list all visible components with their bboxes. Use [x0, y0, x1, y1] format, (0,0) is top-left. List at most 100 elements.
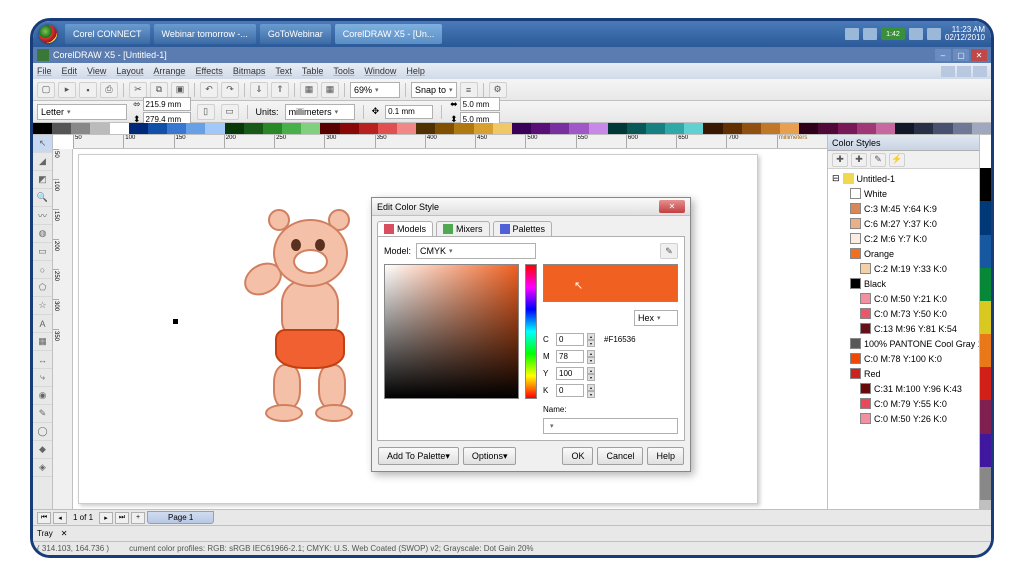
- palette-swatch[interactable]: [665, 123, 684, 134]
- dimension-tool[interactable]: ↔: [33, 351, 52, 369]
- color-style-item[interactable]: C:3 M:45 Y:64 K:9: [830, 201, 989, 216]
- mdi-close[interactable]: [973, 66, 987, 77]
- palette-swatch[interactable]: [225, 123, 244, 134]
- palette-swatch[interactable]: [980, 135, 991, 168]
- y-input[interactable]: [556, 367, 584, 380]
- color-style-item[interactable]: C:0 M:79 Y:55 K:0: [830, 396, 989, 411]
- menu-bitmaps[interactable]: Bitmaps: [233, 66, 266, 76]
- minimize-button[interactable]: –: [935, 49, 951, 61]
- battery-icon[interactable]: 1:42: [881, 28, 905, 40]
- palette-swatch[interactable]: [397, 123, 416, 134]
- palette-swatch[interactable]: [953, 123, 972, 134]
- pick-tool[interactable]: ↖: [33, 135, 52, 153]
- color-style-item[interactable]: White: [830, 186, 989, 201]
- color-style-item[interactable]: 100% PANTONE Cool Gray 11 C: [830, 336, 989, 351]
- palette-swatch[interactable]: [980, 301, 991, 334]
- crop-tool[interactable]: ◩: [33, 171, 52, 189]
- redo-button[interactable]: ↷: [221, 82, 239, 98]
- options-button[interactable]: ⚙: [489, 82, 507, 98]
- fill-tool[interactable]: ◆: [33, 441, 52, 459]
- palette-swatch[interactable]: [186, 123, 205, 134]
- tab-mixers[interactable]: Mixers: [436, 221, 490, 236]
- options-button[interactable]: Options ▾: [463, 447, 517, 465]
- tree-root[interactable]: ⊟Untitled-1: [830, 171, 989, 186]
- dialog-close-button[interactable]: ✕: [659, 200, 685, 213]
- palette-swatch[interactable]: [799, 123, 818, 134]
- welcome-button[interactable]: ▦: [321, 82, 339, 98]
- color-style-item[interactable]: C:13 M:96 Y:81 K:54: [830, 321, 989, 336]
- eyedropper-tool[interactable]: ✎: [33, 405, 52, 423]
- c-spinner[interactable]: ▴▾: [587, 333, 595, 346]
- palette-swatch[interactable]: [646, 123, 665, 134]
- zoom-combo[interactable]: 69%: [350, 82, 400, 98]
- new-style-button[interactable]: ✚: [832, 153, 848, 167]
- palette-swatch[interactable]: [627, 123, 646, 134]
- basic-shapes-tool[interactable]: ☆: [33, 297, 52, 315]
- rectangle-tool[interactable]: ▭: [33, 243, 52, 261]
- mdi-restore[interactable]: [957, 66, 971, 77]
- palette-swatch[interactable]: [972, 123, 991, 134]
- snap-combo[interactable]: Snap to: [411, 82, 457, 98]
- palette-swatch[interactable]: [895, 123, 914, 134]
- first-page-button[interactable]: ⏮: [37, 512, 51, 524]
- palette-swatch[interactable]: [148, 123, 167, 134]
- color-style-item[interactable]: Black: [830, 276, 989, 291]
- tab-palettes[interactable]: Palettes: [493, 221, 553, 236]
- save-button[interactable]: ▪: [79, 82, 97, 98]
- prev-page-button[interactable]: ◂: [53, 512, 67, 524]
- palette-swatch[interactable]: [359, 123, 378, 134]
- units-combo[interactable]: millimeters: [285, 104, 355, 120]
- palette-swatch[interactable]: [71, 123, 90, 134]
- taskbar-item[interactable]: Corel CONNECT: [65, 24, 150, 44]
- menu-window[interactable]: Window: [364, 66, 396, 76]
- zoom-tool[interactable]: 🔍: [33, 189, 52, 207]
- m-spinner[interactable]: ▴▾: [587, 350, 595, 363]
- help-button[interactable]: Help: [647, 447, 684, 465]
- paste-button[interactable]: ▣: [171, 82, 189, 98]
- palette-swatch[interactable]: [531, 123, 550, 134]
- ellipse-tool[interactable]: ○: [33, 261, 52, 279]
- color-style-item[interactable]: C:0 M:50 Y:26 K:0: [830, 411, 989, 426]
- interactive-fill-tool[interactable]: ◈: [33, 459, 52, 477]
- palette-swatch[interactable]: [129, 123, 148, 134]
- palette-swatch[interactable]: [263, 123, 282, 134]
- page-width-input[interactable]: 215.9 mm: [143, 97, 191, 111]
- color-field[interactable]: [384, 264, 519, 399]
- color-style-item[interactable]: C:0 M:78 Y:100 K:0: [830, 351, 989, 366]
- landscape-button[interactable]: ▭: [221, 104, 239, 120]
- new-button[interactable]: ▢: [37, 82, 55, 98]
- palette-swatch[interactable]: [589, 123, 608, 134]
- polygon-tool[interactable]: ⬠: [33, 279, 52, 297]
- volume-icon[interactable]: [909, 28, 923, 40]
- tray-icon[interactable]: [863, 28, 877, 40]
- k-spinner[interactable]: ▴▾: [587, 384, 595, 397]
- new-child-button[interactable]: ✚: [851, 153, 867, 167]
- palette-swatch[interactable]: [857, 123, 876, 134]
- palette-swatch[interactable]: [980, 235, 991, 268]
- import-button[interactable]: ⇓: [250, 82, 268, 98]
- cut-button[interactable]: ✂: [129, 82, 147, 98]
- palette-swatch[interactable]: [282, 123, 301, 134]
- y-spinner[interactable]: ▴▾: [587, 367, 595, 380]
- cancel-button[interactable]: Cancel: [597, 447, 643, 465]
- taskbar-item[interactable]: CorelDRAW X5 - [Un...: [335, 24, 443, 44]
- k-input[interactable]: [556, 384, 584, 397]
- portrait-button[interactable]: ▯: [197, 104, 215, 120]
- menu-effects[interactable]: Effects: [195, 66, 222, 76]
- palette-swatch[interactable]: [980, 268, 991, 301]
- color-style-item[interactable]: C:0 M:50 Y:21 K:0: [830, 291, 989, 306]
- palette-swatch[interactable]: [761, 123, 780, 134]
- color-style-item[interactable]: C:2 M:19 Y:33 K:0: [830, 261, 989, 276]
- add-to-palette-button[interactable]: Add To Palette ▾: [378, 447, 459, 465]
- palette-swatch[interactable]: [320, 123, 339, 134]
- palette-swatch[interactable]: [684, 123, 703, 134]
- smart-fill-tool[interactable]: ◍: [33, 225, 52, 243]
- eyedropper-button[interactable]: ✎: [660, 243, 678, 259]
- palette-swatch[interactable]: [933, 123, 952, 134]
- add-page-button[interactable]: +: [131, 512, 145, 524]
- undo-button[interactable]: ↶: [200, 82, 218, 98]
- color-style-item[interactable]: C:2 M:6 Y:7 K:0: [830, 231, 989, 246]
- menu-file[interactable]: File: [37, 66, 52, 76]
- tab-models[interactable]: Models: [377, 221, 433, 236]
- palette-swatch[interactable]: [980, 467, 991, 500]
